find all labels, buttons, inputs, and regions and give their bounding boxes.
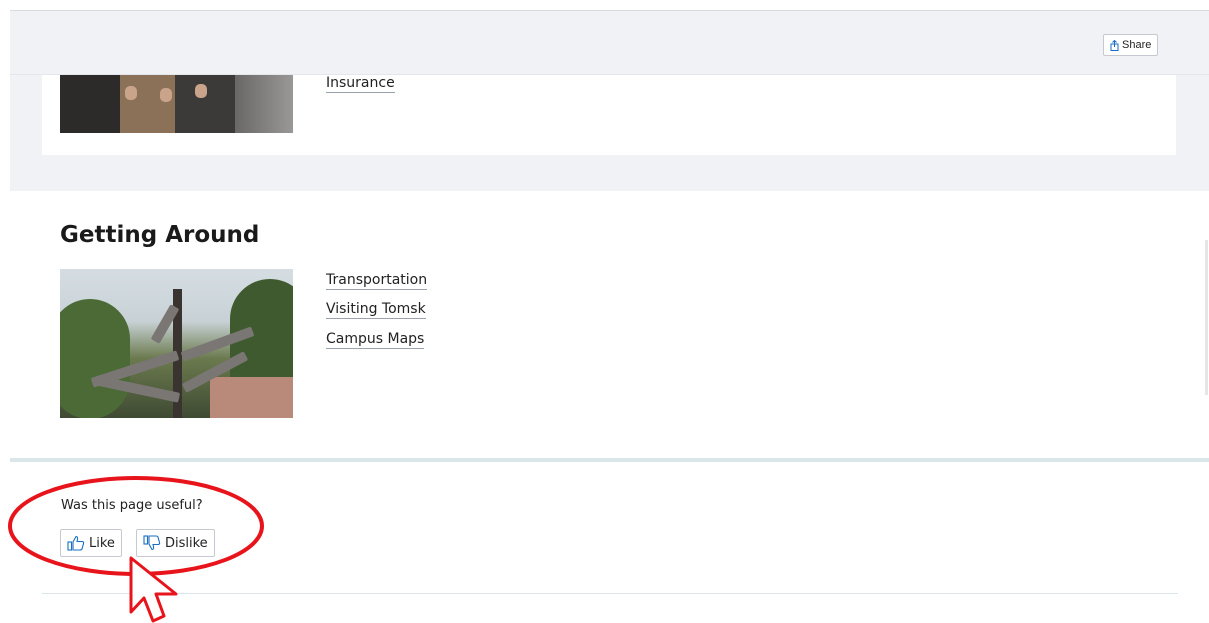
students-thumbs-up-image (60, 74, 293, 133)
like-label: Like (89, 535, 115, 551)
highlight-ellipse (8, 476, 264, 576)
visiting-tomsk-link[interactable]: Visiting Tomsk (326, 300, 426, 319)
insurance-link[interactable]: Insurance (326, 74, 395, 93)
signpost-image (60, 269, 293, 418)
share-icon (1110, 39, 1119, 51)
like-button[interactable]: Like (60, 529, 122, 557)
campus-maps-link[interactable]: Campus Maps (326, 330, 425, 349)
getting-around-heading: Getting Around (60, 222, 260, 248)
page: Insurance Share Getting Around Transport… (0, 0, 1209, 623)
dislike-button[interactable]: Dislike (136, 529, 215, 557)
footer-divider (42, 593, 1178, 594)
share-label: Share (1122, 39, 1152, 51)
thumbs-up-icon (67, 535, 85, 551)
dislike-label: Dislike (165, 535, 208, 551)
share-button[interactable]: Share (1103, 34, 1159, 56)
sticky-header (10, 11, 1209, 75)
thumbs-down-icon (143, 535, 161, 551)
scrollbar-track (1205, 240, 1208, 395)
transportation-link[interactable]: Transportation (326, 271, 428, 290)
feedback-divider (10, 458, 1209, 462)
feedback-question: Was this page useful? (61, 498, 203, 513)
cursor-arrow-icon (129, 556, 178, 623)
